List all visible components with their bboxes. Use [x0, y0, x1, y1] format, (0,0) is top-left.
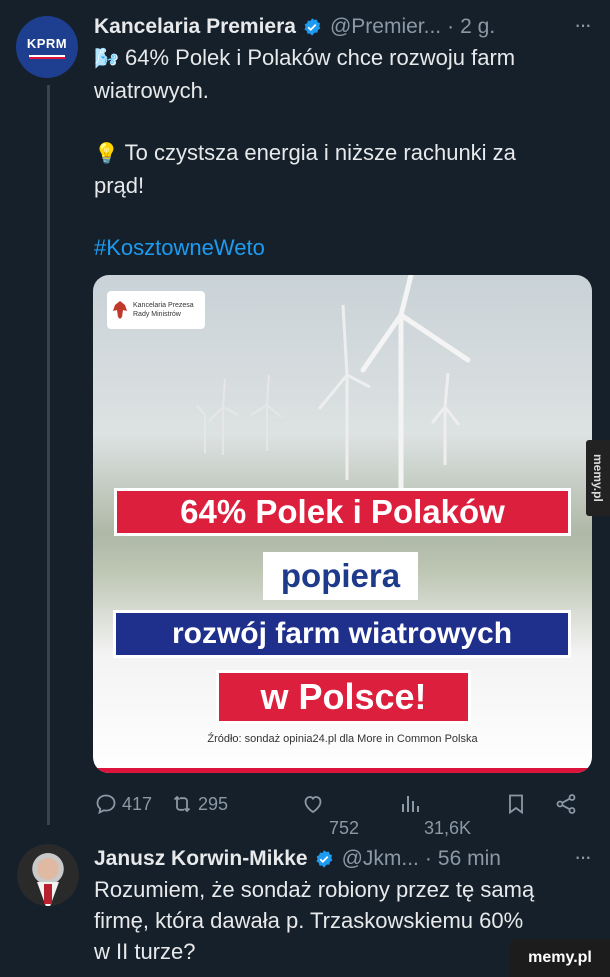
author-handle[interactable]: @Jkm... [342, 847, 419, 871]
avatar-text: KPRM [26, 35, 68, 51]
more-options-icon[interactable]: ··· [574, 844, 592, 870]
bookmark-button[interactable] [504, 792, 528, 816]
separator-dot: · [424, 847, 432, 870]
tweet-header: Janusz Korwin-Mikke @Jkm... · 56 min ··· [94, 844, 594, 874]
tweet-kprm[interactable]: Kancelaria Premiera @Premier... · 2 g. ·… [94, 12, 594, 263]
bookmark-icon [509, 794, 523, 815]
tweet-text: 🌬️ 64% Polek i Polaków chce rozwoju farm… [94, 42, 594, 263]
text-line: prąd! [94, 173, 145, 198]
timestamp[interactable]: 2 g. [460, 15, 495, 39]
wind-emoji-icon: 🌬️ [94, 48, 119, 70]
tweet-action-bar: 417 295 752 31,6K [94, 788, 594, 838]
like-button[interactable]: 752 [301, 792, 359, 838]
share-icon [556, 794, 576, 814]
memy-bottom-watermark: memy.pl [510, 939, 610, 977]
kprm-logo: Kancelaria Prezesa Rady Ministrów [107, 291, 205, 329]
logo-line: Kancelaria Prezesa [133, 302, 194, 309]
separator-dot: · [447, 15, 455, 38]
reply-button[interactable]: 417 [94, 792, 152, 816]
retweet-icon [173, 795, 191, 813]
like-count: 752 [329, 818, 360, 838]
reply-count: 417 [122, 793, 153, 814]
text-line: 64% Polek i Polaków chce rozwoju farm [125, 45, 516, 70]
timestamp[interactable]: 56 min [438, 847, 501, 871]
banner-percent: 64% Polek i Polaków [114, 488, 571, 536]
text-line: firmę, która dawała p. Trzaskowskiemu 60… [94, 908, 524, 933]
retweet-button[interactable]: 295 [170, 792, 228, 816]
author-name[interactable]: Janusz Korwin-Mikke [94, 847, 308, 871]
source-note: Źródło: sondaż opinia24.pl dla More in C… [207, 733, 478, 745]
author-handle[interactable]: @Premier... [330, 15, 441, 39]
tweet-header: Kancelaria Premiera @Premier... · 2 g. ·… [94, 12, 594, 42]
views-button[interactable]: 31,6K [398, 792, 471, 838]
verified-badge-icon [304, 18, 321, 36]
tweet-media-image[interactable]: Kancelaria Prezesa Rady Ministrów 64% Po… [93, 275, 592, 773]
text-line: To czystsza energia i niższe rachunki za [124, 140, 516, 165]
banner-development: rozwój farm wiatrowych [113, 610, 571, 658]
views-count: 31,6K [424, 818, 472, 838]
memy-side-watermark: memy.pl [586, 440, 610, 516]
text-line: wiatrowych. [94, 78, 209, 103]
avatar-bowtie [44, 884, 52, 904]
lightbulb-emoji-icon: 💡 [94, 143, 119, 165]
banner-poland: w Polsce! [216, 670, 471, 724]
verified-badge-icon [316, 850, 332, 868]
author-name[interactable]: Kancelaria Premiera [94, 15, 296, 39]
banner-supports: popiera [263, 552, 418, 600]
eagle-emblem-icon [113, 301, 127, 319]
logo-line: Rady Ministrów [133, 311, 181, 318]
thread-connector-line [47, 85, 50, 825]
retweet-count: 295 [198, 793, 229, 814]
heart-icon [304, 796, 322, 814]
text-line: Rozumiem, że sondaż robiony przez tę sam… [94, 877, 535, 902]
share-button[interactable] [554, 792, 578, 816]
flag-stripe [93, 763, 592, 773]
more-options-icon[interactable]: ··· [574, 12, 592, 38]
flag-stripe [29, 54, 65, 59]
kprm-avatar[interactable]: KPRM [16, 16, 78, 78]
korwin-mikke-avatar[interactable] [17, 844, 79, 906]
views-chart-icon [402, 796, 419, 812]
reply-icon [96, 794, 116, 815]
hashtag-link[interactable]: #KosztowneWeto [94, 232, 594, 263]
